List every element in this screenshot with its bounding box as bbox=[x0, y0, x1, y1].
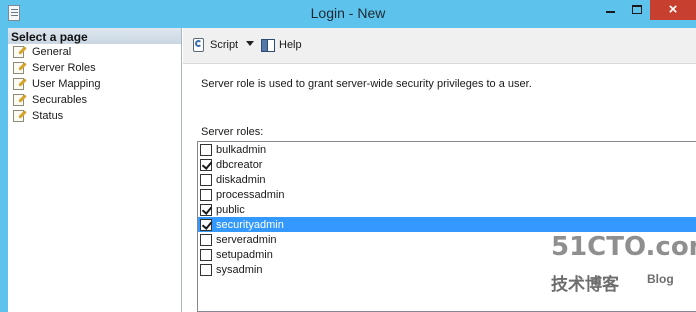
sidebar-item-server-roles[interactable]: Server Roles bbox=[8, 60, 181, 76]
role-label: bulkadmin bbox=[216, 143, 267, 156]
role-checkbox[interactable] bbox=[200, 263, 212, 276]
help-button-label: Help bbox=[279, 39, 302, 51]
page-wrench-icon bbox=[12, 45, 28, 59]
page-wrench-icon bbox=[12, 109, 28, 123]
role-label: processadmin bbox=[216, 188, 285, 201]
role-label: dbcreator bbox=[216, 158, 263, 171]
role-label: sysadmin bbox=[216, 263, 263, 276]
watermark-subtitle: 技术博客 bbox=[551, 275, 619, 294]
role-checkbox[interactable] bbox=[200, 218, 212, 231]
list-item[interactable]: bulkadmin bbox=[198, 142, 696, 157]
maximize-icon bbox=[632, 5, 642, 14]
sidebar-item-securables[interactable]: Securables bbox=[8, 92, 181, 108]
list-item[interactable]: diskadmin bbox=[198, 172, 696, 187]
server-roles-label: Server roles: bbox=[201, 126, 264, 138]
sidebar-item-label: General bbox=[32, 46, 72, 58]
role-label: securityadmin bbox=[216, 218, 284, 231]
watermark-logo: 51CTO.com bbox=[551, 232, 696, 262]
watermark: 51CTO.com 技术博客 Blog bbox=[551, 230, 696, 300]
minimize-icon bbox=[606, 11, 615, 13]
server-role-description: Server role is used to grant server-wide… bbox=[201, 78, 532, 90]
list-item[interactable]: dbcreator bbox=[198, 157, 696, 172]
sidebar-item-label: Securables bbox=[32, 94, 88, 106]
watermark-tag: Blog bbox=[647, 272, 674, 286]
role-checkbox[interactable] bbox=[200, 203, 212, 216]
role-checkbox[interactable] bbox=[200, 188, 212, 201]
page-wrench-icon bbox=[12, 93, 28, 107]
chevron-down-icon[interactable] bbox=[246, 41, 254, 46]
help-book-icon bbox=[260, 37, 276, 53]
list-item[interactable]: public bbox=[198, 202, 696, 217]
role-label: public bbox=[216, 203, 245, 216]
window-title: Login - New bbox=[310, 5, 386, 21]
role-checkbox[interactable] bbox=[200, 173, 212, 186]
select-page-panel: Select a page General Server Roles User Ma… bbox=[8, 28, 182, 312]
help-button[interactable]: Help bbox=[260, 37, 302, 53]
role-label: setupadmin bbox=[216, 248, 273, 261]
sidebar-item-label: User Mapping bbox=[32, 78, 101, 90]
script-button[interactable]: Script bbox=[191, 37, 238, 53]
maximize-button[interactable] bbox=[624, 0, 650, 20]
sidebar-item-user-mapping[interactable]: User Mapping bbox=[8, 76, 181, 92]
select-page-header: Select a page bbox=[8, 28, 181, 44]
close-button[interactable]: × bbox=[650, 0, 696, 20]
page-wrench-icon bbox=[12, 61, 28, 75]
script-button-label: Script bbox=[210, 39, 239, 51]
minimize-button[interactable] bbox=[598, 0, 624, 20]
role-checkbox[interactable] bbox=[200, 248, 212, 261]
script-icon bbox=[191, 37, 207, 53]
role-label: serveradmin bbox=[216, 233, 277, 246]
role-checkbox[interactable] bbox=[200, 143, 212, 156]
sidebar-item-label: Status bbox=[32, 110, 64, 122]
close-icon: × bbox=[668, 1, 678, 18]
role-checkbox[interactable] bbox=[200, 233, 212, 246]
sidebar-item-label: Server Roles bbox=[32, 62, 96, 74]
role-checkbox[interactable] bbox=[200, 158, 212, 171]
sidebar-item-status[interactable]: Status bbox=[8, 108, 181, 124]
title-bar[interactable]: Login - New × bbox=[0, 0, 696, 28]
page-wrench-icon bbox=[12, 77, 28, 91]
window-border bbox=[0, 28, 8, 312]
sidebar-item-general[interactable]: General bbox=[8, 44, 181, 60]
role-label: diskadmin bbox=[216, 173, 266, 186]
list-item[interactable]: processadmin bbox=[198, 187, 696, 202]
toolbar: Script Help bbox=[183, 28, 696, 64]
